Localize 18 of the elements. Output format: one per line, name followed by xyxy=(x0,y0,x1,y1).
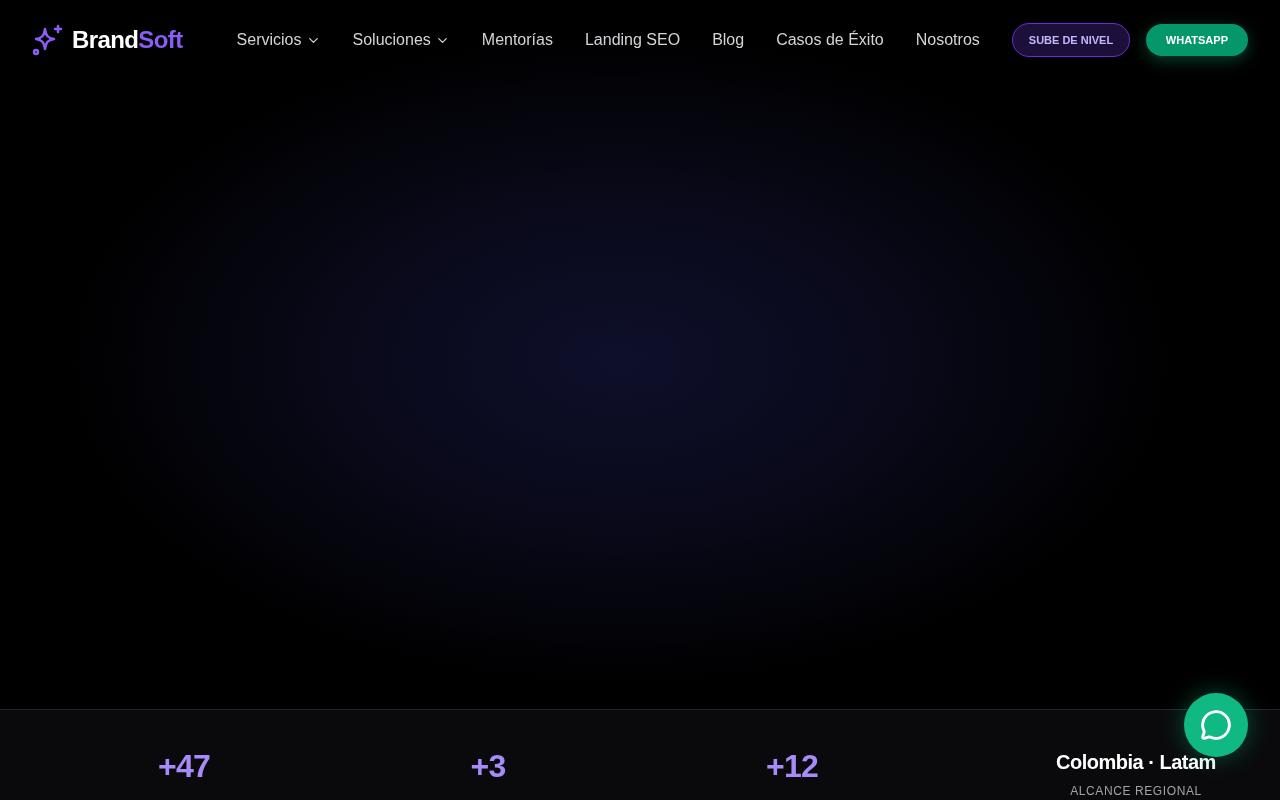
nav-link[interactable]: Servicios xyxy=(236,28,321,52)
nav-link[interactable]: Casos de Éxito xyxy=(776,28,884,52)
whatsapp-button[interactable]: WHATSAPP xyxy=(1145,24,1248,56)
stat-value: +47 xyxy=(158,750,210,782)
stat-value: +3 xyxy=(470,750,506,782)
sparkle-logo-icon xyxy=(32,24,64,56)
stat-value: +12 xyxy=(766,750,818,782)
nav-link[interactable]: Mentorías xyxy=(481,28,553,52)
nav-link[interactable]: Landing SEO xyxy=(584,28,681,52)
brand-name[interactable]: BrandSoft xyxy=(72,22,183,58)
chat-bubble-icon xyxy=(1200,709,1232,741)
nav-link[interactable]: Blog xyxy=(712,28,745,52)
upgrade-button[interactable]: SUBE DE NIVEL xyxy=(1011,23,1131,57)
stat-caption: ALCANCE REGIONAL xyxy=(1070,783,1202,800)
stat-value: Colombia · Latam xyxy=(1056,752,1216,772)
chat-button[interactable] xyxy=(1184,693,1248,757)
nav-link[interactable]: Soluciones xyxy=(352,28,450,52)
nav-link[interactable]: Nosotros xyxy=(915,28,980,52)
